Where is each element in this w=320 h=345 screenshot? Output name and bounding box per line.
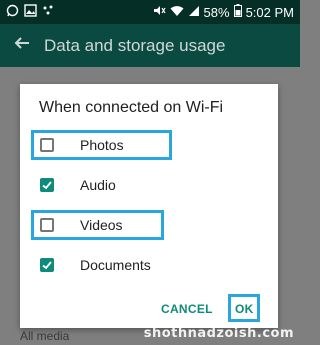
status-left-icons <box>6 4 55 20</box>
option-documents[interactable]: Documents <box>20 251 278 279</box>
image-icon <box>24 4 37 20</box>
ok-button[interactable]: OK <box>235 302 254 316</box>
signal-icon <box>188 5 200 20</box>
checkbox-photos[interactable] <box>40 138 54 152</box>
checkbox-audio[interactable] <box>40 178 54 192</box>
option-audio[interactable]: Audio <box>20 171 278 199</box>
mute-icon <box>153 4 166 20</box>
option-photos[interactable]: Photos <box>20 131 278 159</box>
battery-icon <box>233 4 242 20</box>
option-label: Photos <box>80 137 124 153</box>
battery-percent: 58% <box>203 4 230 20</box>
watermark-text: shothnadzoish.com <box>143 326 294 341</box>
option-label: Audio <box>80 177 116 193</box>
cancel-button[interactable]: CANCEL <box>161 302 213 316</box>
checkbox-documents[interactable] <box>40 258 54 272</box>
app-bar: Data and storage usage <box>0 24 300 67</box>
all-media-label: All media <box>20 329 70 343</box>
wifi-download-dialog: When connected on Wi-Fi Photos Audio Vid… <box>20 84 278 328</box>
option-label: Videos <box>80 217 123 233</box>
wifi-icon <box>170 5 184 20</box>
whatsapp-icon <box>6 4 19 20</box>
arrow-left-icon[interactable] <box>0 35 44 57</box>
status-right-icons: 58% 5:02 PM <box>153 4 294 20</box>
check-icon <box>42 261 52 270</box>
dots-icon <box>42 4 55 20</box>
checkbox-videos[interactable] <box>40 218 54 232</box>
option-videos[interactable]: Videos <box>20 211 278 239</box>
dialog-title: When connected on Wi-Fi <box>39 99 224 116</box>
page-title: Data and storage usage <box>44 35 226 55</box>
option-label: Documents <box>80 257 151 273</box>
check-icon <box>42 181 52 190</box>
status-bar: 58% 5:02 PM <box>0 0 300 24</box>
clock: 5:02 PM <box>245 4 294 20</box>
